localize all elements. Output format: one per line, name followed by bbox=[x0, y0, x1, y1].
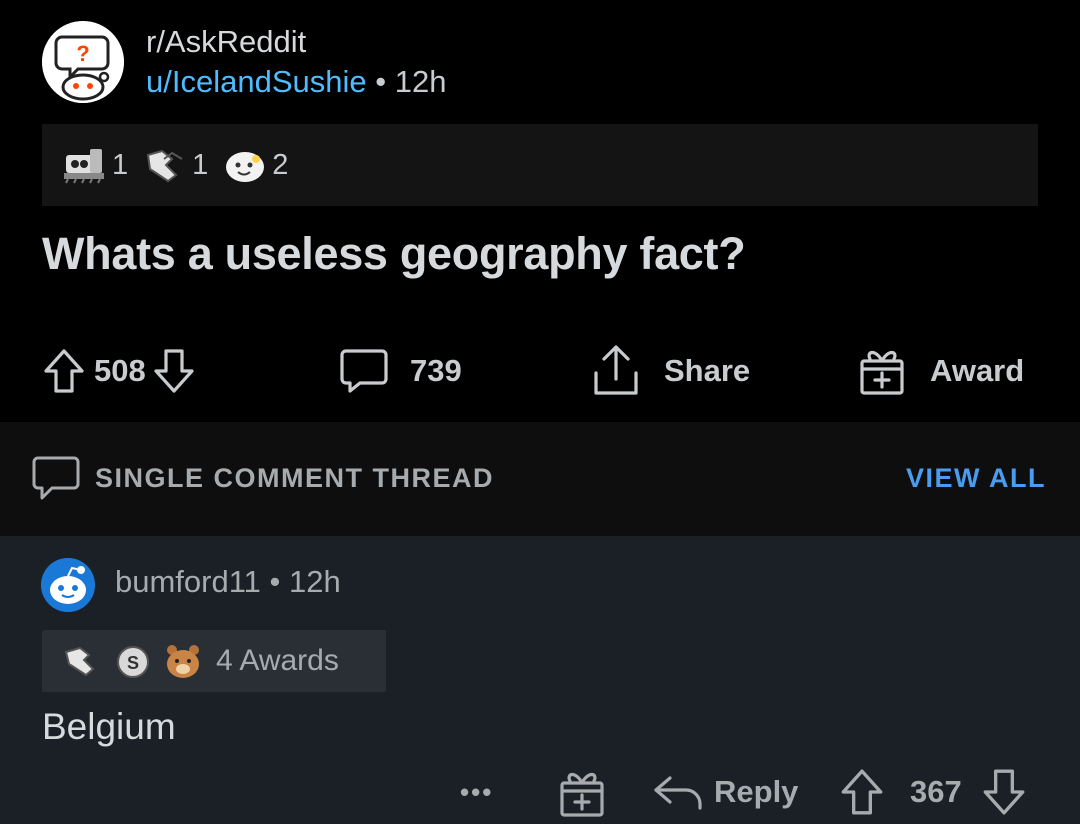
more-options-icon: ••• bbox=[460, 776, 494, 807]
comment-author[interactable]: bumford11 bbox=[115, 564, 261, 599]
post-vote-count: 508 bbox=[94, 353, 146, 388]
commenter-avatar[interactable] bbox=[41, 558, 95, 612]
comment-vote-count: 367 bbox=[910, 774, 962, 809]
share-button[interactable]: Share bbox=[590, 336, 750, 406]
subreddit-name[interactable]: r/AskReddit bbox=[146, 24, 306, 60]
comment-meta: bumford11 • 12h bbox=[115, 564, 341, 600]
svg-text:S: S bbox=[127, 653, 139, 673]
award-button[interactable]: Award bbox=[856, 336, 1024, 406]
snoo-avatar-icon bbox=[41, 558, 95, 612]
award-handshake[interactable]: 1 bbox=[142, 145, 208, 185]
comment-age: 12h bbox=[289, 564, 341, 599]
silver-award-icon: S bbox=[117, 646, 149, 678]
meta-separator: • bbox=[269, 564, 281, 599]
post-author[interactable]: u/IcelandSushie bbox=[146, 64, 367, 99]
comment-awards-count: 4 Awards bbox=[216, 644, 339, 677]
handshake-award-icon bbox=[64, 646, 95, 677]
comment-vote-group: 367 bbox=[838, 760, 1028, 824]
award-wholesome[interactable]: 2 bbox=[222, 145, 288, 185]
upvote-arrow-icon[interactable] bbox=[838, 767, 886, 817]
share-label: Share bbox=[664, 353, 751, 388]
meta-separator: • bbox=[375, 64, 387, 99]
subreddit-avatar[interactable]: ? bbox=[42, 21, 124, 103]
post-title[interactable]: Whats a useless geography fact? bbox=[42, 228, 746, 280]
train-award-icon bbox=[64, 149, 104, 184]
award-label: Award bbox=[930, 353, 1025, 388]
award-count: 1 bbox=[192, 148, 209, 181]
view-all-link[interactable]: VIEW ALL bbox=[906, 463, 1046, 494]
post-awards-strip[interactable]: 1 1 2 bbox=[42, 124, 1038, 206]
more-options-button[interactable]: ••• bbox=[460, 760, 493, 824]
reply-label: Reply bbox=[714, 774, 799, 809]
share-upload-icon bbox=[594, 345, 638, 395]
comments-button[interactable]: 739 bbox=[338, 336, 462, 406]
upvote-arrow-icon[interactable] bbox=[42, 347, 86, 395]
downvote-arrow-icon[interactable] bbox=[980, 767, 1028, 817]
award-count: 1 bbox=[112, 148, 129, 181]
thread-label: SINGLE COMMENT THREAD bbox=[95, 463, 494, 493]
reply-arrow-icon bbox=[654, 776, 702, 810]
askreddit-logo-icon: ? bbox=[42, 21, 124, 103]
bear-award-icon bbox=[167, 645, 199, 678]
comment-count: 739 bbox=[410, 353, 462, 388]
post-action-bar: 508 739 Share Award bbox=[0, 336, 1080, 406]
wholesome-award-icon bbox=[226, 152, 265, 182]
gift-icon bbox=[560, 772, 604, 817]
award-train[interactable]: 1 bbox=[62, 145, 128, 185]
post-age: 12h bbox=[394, 64, 447, 99]
reply-button[interactable]: Reply bbox=[652, 760, 798, 824]
downvote-arrow-icon[interactable] bbox=[152, 347, 196, 395]
comment-awards-strip[interactable]: S 4 Awards bbox=[42, 630, 386, 692]
post-meta: u/IcelandSushie • 12h bbox=[146, 64, 446, 100]
comment-bubble-icon bbox=[32, 456, 80, 500]
svg-text:?: ? bbox=[76, 41, 89, 66]
award-count: 2 bbox=[272, 148, 289, 181]
comment-body: Belgium bbox=[42, 706, 176, 747]
comment-bubble-icon bbox=[340, 349, 388, 393]
gift-icon bbox=[860, 350, 904, 395]
handshake-award-icon bbox=[147, 149, 183, 183]
comment-award-button[interactable] bbox=[556, 760, 608, 824]
vote-group: 508 bbox=[42, 336, 196, 406]
